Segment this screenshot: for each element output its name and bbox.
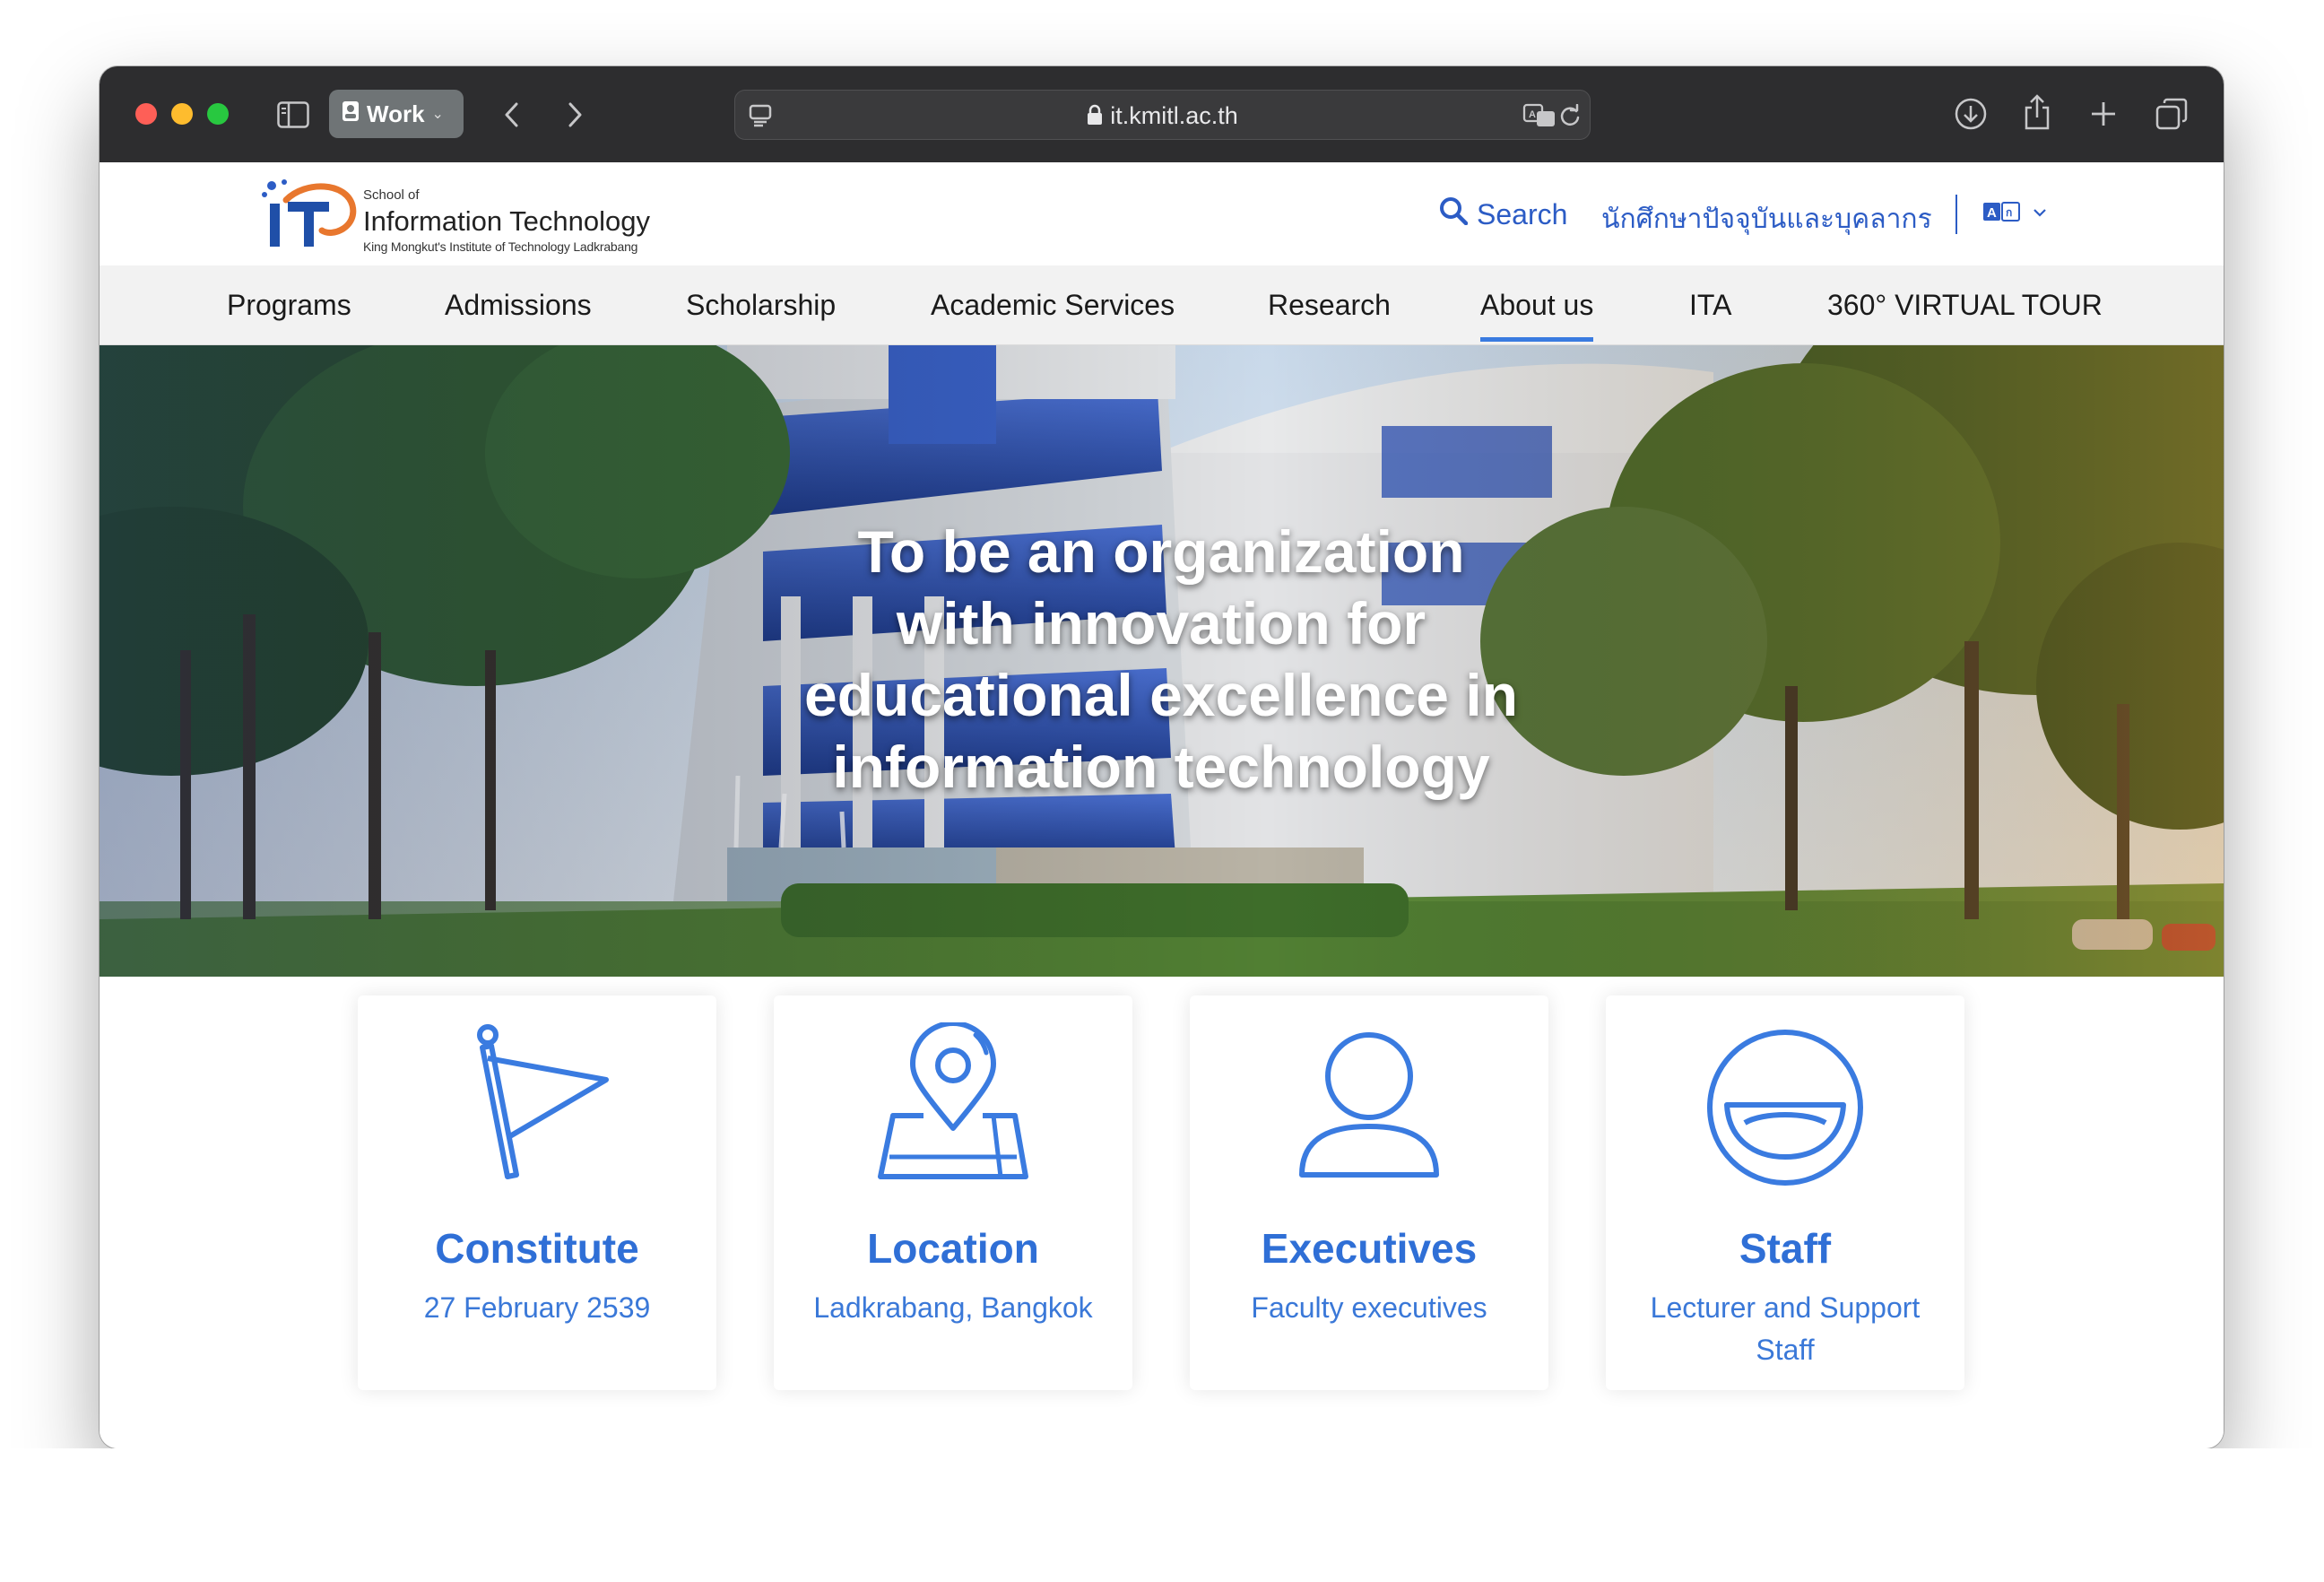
search-link[interactable]: Search [1439, 196, 1567, 232]
card-constitute[interactable]: Constitute 27 February 2539 [358, 995, 716, 1390]
hero-banner: To be an organization with innovation fo… [100, 345, 2224, 977]
profile-badge-icon [342, 100, 360, 128]
smile-icon [1707, 1030, 1863, 1186]
card-title: Executives [1261, 1225, 1478, 1272]
map-pin-icon [878, 1022, 1028, 1179]
downloads-icon[interactable] [1952, 95, 1990, 133]
share-icon[interactable] [2018, 91, 2056, 133]
svg-text:A: A [1529, 109, 1536, 120]
card-subtitle: Faculty executives [1251, 1291, 1487, 1324]
nav-scholarship[interactable]: Scholarship [686, 289, 836, 322]
sidebar-toggle-icon[interactable] [275, 97, 311, 133]
minimize-window-button[interactable] [171, 103, 193, 125]
it-logo-icon [262, 179, 357, 247]
flag-icon [477, 1024, 609, 1179]
main-nav: Programs Admissions Scholarship Academic… [100, 265, 2224, 345]
profile-switcher[interactable]: Work ⌄ [329, 90, 464, 138]
card-location[interactable]: Location Ladkrabang, Bangkok [774, 995, 1132, 1390]
logo-title: Information Technology [363, 205, 650, 237]
person-icon [1299, 1032, 1439, 1178]
site-logo[interactable]: School of Information Technology King Mo… [261, 175, 655, 256]
forward-icon[interactable] [557, 95, 593, 135]
card-title: Staff [1739, 1225, 1832, 1272]
back-icon[interactable] [494, 95, 530, 135]
chevron-down-icon [2033, 206, 2047, 222]
card-title: Location [867, 1225, 1039, 1272]
window-bottom-mask [0, 1448, 2324, 1582]
card-staff[interactable]: Staff Lecturer and Support Staff [1606, 995, 1964, 1390]
language-switcher[interactable]: Aก [1982, 202, 2047, 226]
hero-vision-text: To be an organization with innovation fo… [804, 518, 1518, 800]
new-tab-icon[interactable] [2085, 95, 2122, 133]
zoom-window-button[interactable] [207, 103, 229, 125]
card-executives[interactable]: Executives Faculty executives [1190, 995, 1548, 1390]
profile-label: Work [367, 100, 425, 127]
card-title: Constitute [435, 1225, 639, 1272]
close-window-button[interactable] [135, 103, 157, 125]
nav-virtual-tour[interactable]: 360° VIRTUAL TOUR [1827, 289, 2103, 322]
svg-text:A: A [1987, 205, 1997, 221]
card-subtitle: Lecturer and Support Staff [1650, 1291, 1921, 1366]
site-header: School of Information Technology King Mo… [100, 162, 2224, 265]
address-bar[interactable]: it.kmitl.ac.th A [734, 90, 1591, 140]
search-icon [1439, 196, 1469, 232]
tab-overview-icon[interactable] [2153, 95, 2190, 133]
card-subtitle: Ladkrabang, Bangkok [813, 1291, 1093, 1324]
svg-text:ก: ก [2006, 206, 2012, 219]
url-field[interactable]: it.kmitl.ac.th [735, 102, 1590, 132]
nav-research[interactable]: Research [1268, 289, 1391, 322]
translate-icon[interactable]: A [1522, 101, 1557, 130]
nav-admissions[interactable]: Admissions [445, 289, 592, 322]
logo-subtitle: King Mongkut's Institute of Technology L… [363, 239, 638, 254]
search-label: Search [1477, 197, 1568, 230]
nav-programs[interactable]: Programs [227, 289, 351, 322]
url-text: it.kmitl.ac.th [1110, 102, 1238, 129]
reload-icon[interactable] [1556, 101, 1584, 130]
lock-icon [1087, 104, 1103, 132]
card-subtitle: 27 February 2539 [423, 1291, 651, 1324]
nav-ita[interactable]: ITA [1689, 289, 1731, 322]
header-divider [1955, 195, 1957, 234]
chevron-down-icon: ⌄ [431, 107, 444, 122]
nav-about-us[interactable]: About us [1480, 289, 1594, 342]
current-students-staff-link[interactable]: นักศึกษาปัจจุบันและบุคลากร [1601, 198, 1932, 240]
browser-toolbar: Work ⌄ it.kmitl.ac.th A [100, 66, 2224, 163]
language-icon: Aก [1982, 202, 2020, 226]
logo-school-of: School of [363, 187, 420, 203]
nav-academic-services[interactable]: Academic Services [931, 289, 1175, 322]
